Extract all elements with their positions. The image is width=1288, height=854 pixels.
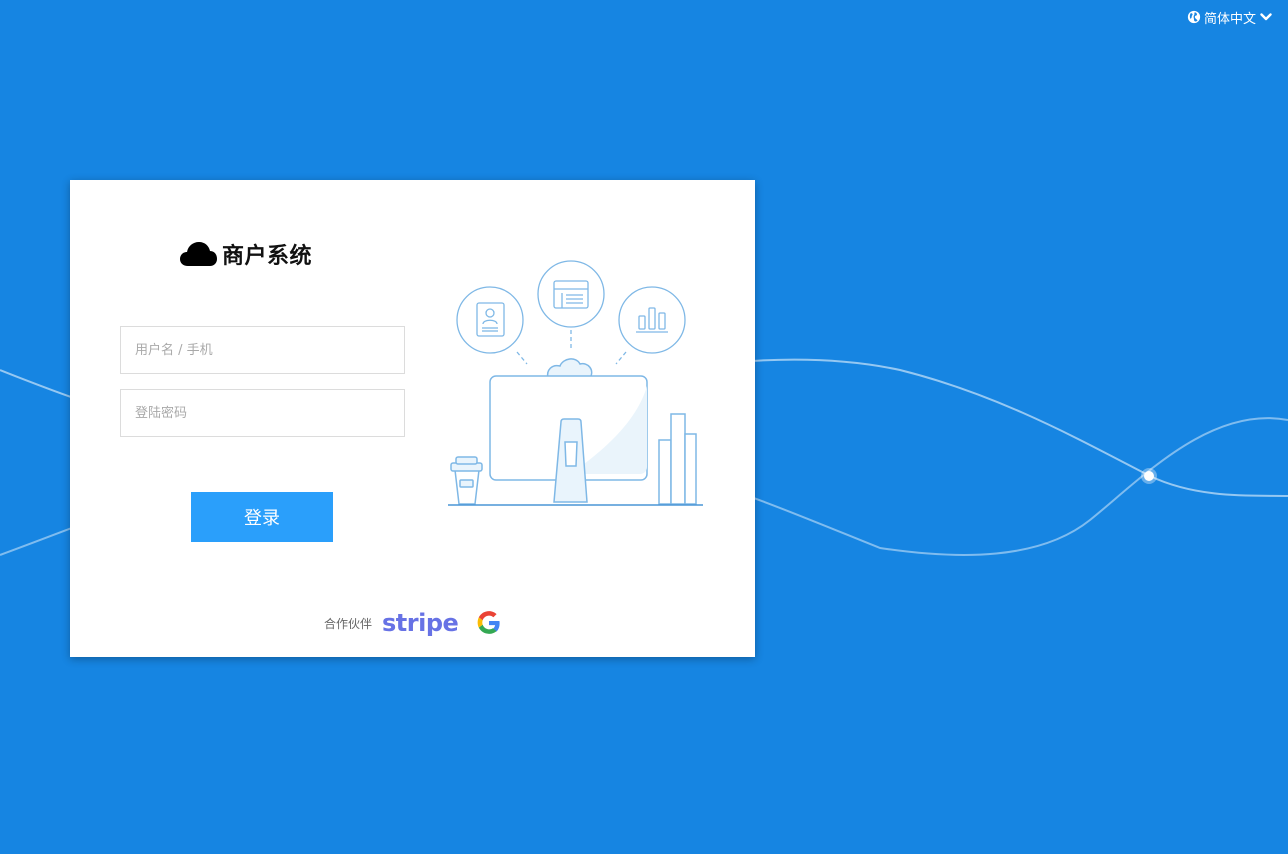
chart-bubble: [618, 286, 686, 354]
brand: 商户系统: [180, 238, 312, 270]
globe-icon: [1187, 10, 1201, 24]
partners: 合作伙伴 stripe: [324, 608, 502, 638]
chevron-down-icon: [1260, 13, 1272, 21]
book: [684, 433, 697, 505]
username-input[interactable]: [120, 326, 405, 374]
monitor-cloud: [546, 358, 593, 379]
book: [658, 439, 672, 505]
partners-label: 合作伙伴: [324, 616, 373, 631]
login-button[interactable]: 登录: [191, 492, 333, 542]
google-logo: [477, 611, 500, 634]
brand-title: 商户系统: [222, 244, 313, 269]
cloud-icon: [180, 242, 217, 266]
stripe-logo: stripe: [382, 609, 459, 637]
language-label: 简体中文: [1203, 11, 1256, 27]
password-input[interactable]: [120, 389, 405, 437]
book: [670, 413, 686, 505]
login-card: 商户系统 登录: [70, 180, 755, 657]
browser-bubble: [537, 260, 605, 328]
language-switch[interactable]: 简体中文: [1187, 8, 1272, 27]
workspace-illustration: [448, 260, 703, 506]
